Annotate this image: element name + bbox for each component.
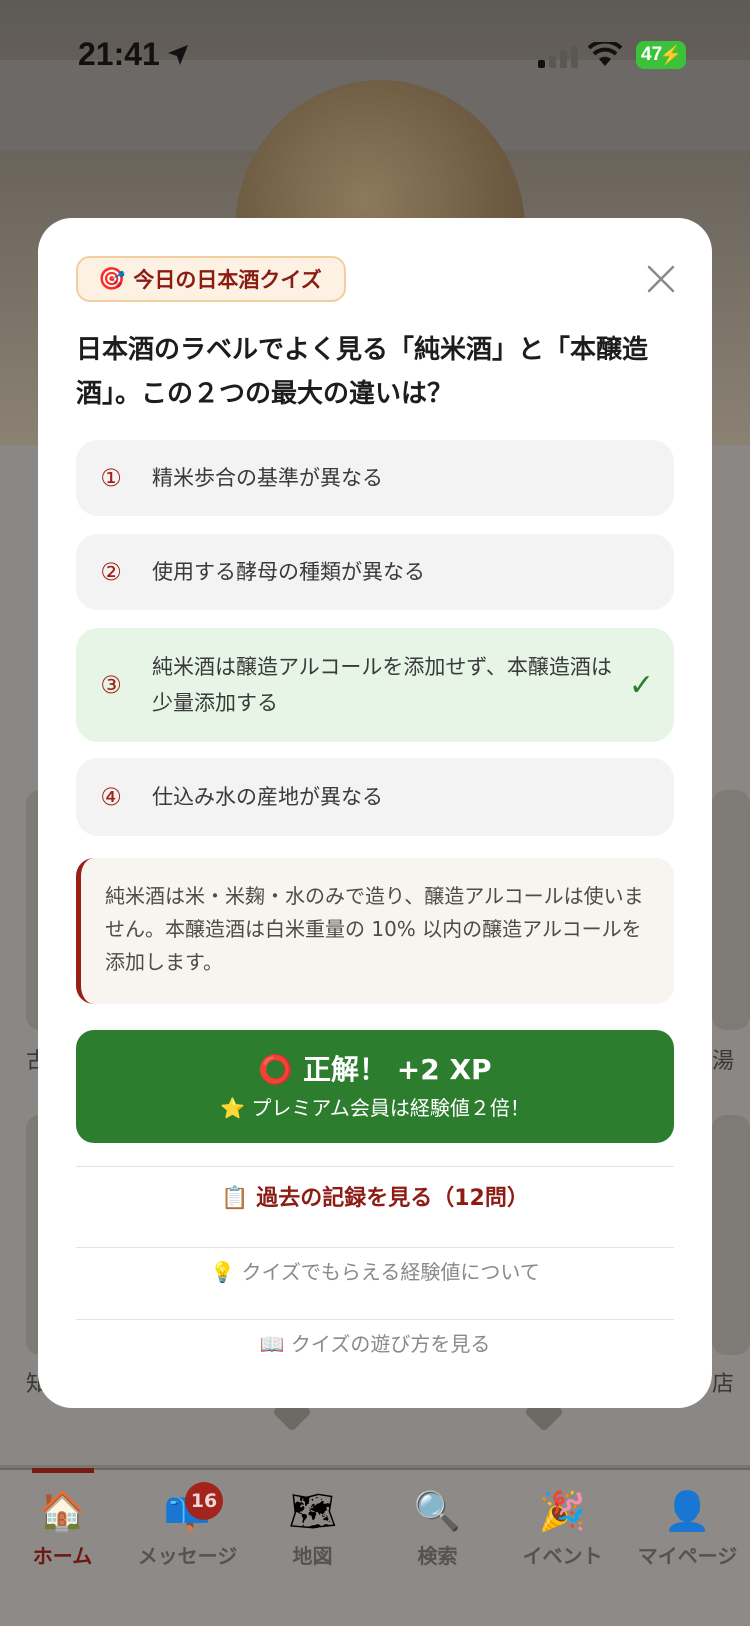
- option-text: 使用する酵母の種類が異なる: [152, 560, 425, 584]
- spot-title-right-2: 店: [712, 1372, 735, 1397]
- result-title: ⭕ 正解！ +2 XP: [258, 1053, 492, 1086]
- answer-option-1[interactable]: ① 精米歩合の基準が異なる: [76, 440, 674, 516]
- spot-title-right-1: 湯: [712, 1049, 735, 1074]
- map-icon: 🗺: [288, 1489, 337, 1533]
- party-popper-icon: 🎉: [538, 1489, 587, 1533]
- unread-badge: 16: [185, 1482, 223, 1520]
- spot-card-right-1: [712, 790, 750, 1030]
- answer-option-4[interactable]: ④ 仕込み水の産地が異なる: [76, 758, 674, 836]
- tab-label: 検索: [417, 1544, 458, 1568]
- option-number: ②: [100, 558, 122, 586]
- history-link[interactable]: 📋 過去の記録を見る（12問）: [76, 1180, 674, 1212]
- answer-option-3[interactable]: ③ 純米酒は醸造アルコールを添加せず、本醸造酒は少量添加する ✓: [76, 628, 674, 742]
- tab-messages[interactable]: 📪 16 メッセージ: [125, 1482, 250, 1569]
- target-icon: 🎯: [98, 266, 126, 292]
- spot-card-right-2: [712, 1115, 750, 1355]
- xp-info-link[interactable]: 💡 クイズでもらえる経験値について: [76, 1256, 674, 1285]
- result-button[interactable]: ⭕ 正解！ +2 XP ⭐ プレミアム会員は経験値２倍！: [76, 1030, 674, 1143]
- tab-map[interactable]: 🗺 地図: [250, 1488, 375, 1569]
- tab-label: マイページ: [637, 1544, 738, 1568]
- person-icon: 👤: [663, 1489, 712, 1533]
- tab-events[interactable]: 🎉 イベント: [500, 1488, 625, 1569]
- location-arrow-icon: [168, 45, 188, 65]
- result-subtitle: ⭐ プレミアム会員は経験値２倍！: [220, 1096, 530, 1120]
- option-number: ①: [100, 464, 122, 492]
- tab-label: ホーム: [32, 1544, 93, 1568]
- tab-home[interactable]: 🏠 ホーム: [0, 1488, 125, 1569]
- tab-active-indicator: [32, 1468, 94, 1473]
- divider: [76, 1166, 674, 1167]
- tab-label: メッセージ: [137, 1544, 238, 1568]
- quiz-modal: 🎯 今日の日本酒クイズ 日本酒のラベルでよく見る「純米酒」と「本醸造酒」。この２…: [38, 218, 712, 1408]
- quiz-tag: 🎯 今日の日本酒クイズ: [76, 256, 346, 302]
- option-text: 純米酒は醸造アルコールを添加せず、本醸造酒は少量添加する: [152, 655, 612, 715]
- tab-mypage[interactable]: 👤 マイページ: [625, 1488, 750, 1569]
- option-number: ③: [100, 671, 122, 699]
- cellular-signal-icon: [538, 46, 578, 68]
- tab-label: 地図: [292, 1544, 333, 1568]
- answer-explanation: 純米酒は米・米麹・水のみで造り、醸造アルコールは使いません。本醸造酒は白米重量の…: [76, 858, 674, 1004]
- checkmark-icon: ✓: [628, 667, 654, 703]
- divider: [76, 1319, 674, 1320]
- house-icon: 🏠: [38, 1489, 87, 1533]
- close-icon[interactable]: [646, 264, 676, 294]
- status-time: 21:41: [78, 36, 160, 72]
- battery-indicator: 47 ⚡: [636, 41, 686, 69]
- divider: [76, 1247, 674, 1248]
- quiz-tag-label: 今日の日本酒クイズ: [133, 268, 322, 292]
- option-number: ④: [100, 783, 122, 811]
- magnifier-icon: 🔍: [413, 1489, 462, 1533]
- answer-option-2[interactable]: ② 使用する酵母の種類が異なる: [76, 534, 674, 610]
- tab-label: イベント: [522, 1544, 603, 1568]
- option-text: 仕込み水の産地が異なる: [152, 785, 383, 809]
- tab-search[interactable]: 🔍 検索: [375, 1488, 500, 1569]
- how-to-play-link[interactable]: 📖 クイズの遊び方を見る: [76, 1328, 674, 1357]
- status-bar: 21:41 47 ⚡: [0, 0, 750, 110]
- option-text: 精米歩合の基準が異なる: [152, 466, 383, 490]
- quiz-question: 日本酒のラベルでよく見る「純米酒」と「本醸造酒」。この２つの最大の違いは？: [76, 335, 649, 409]
- charging-bolt-icon: ⚡: [659, 45, 682, 65]
- wifi-icon: [588, 42, 622, 66]
